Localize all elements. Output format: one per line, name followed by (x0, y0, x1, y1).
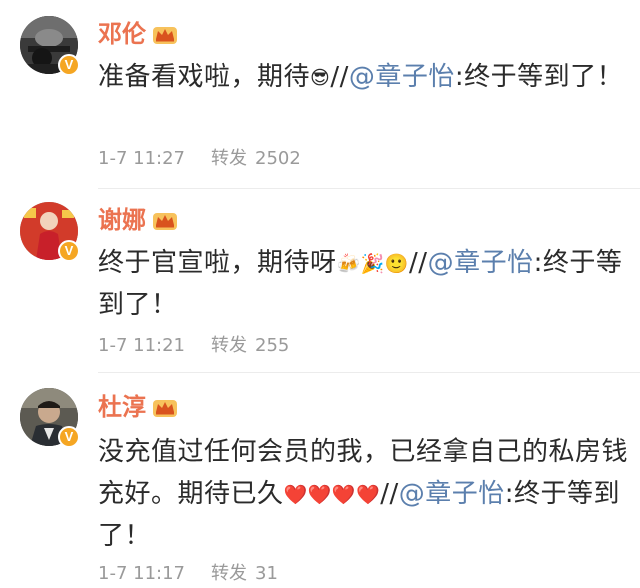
avatar-wrapper[interactable]: V (20, 202, 80, 262)
quoted-text: :终于等到了！ (454, 62, 624, 92)
username[interactable]: 邓伦 (98, 17, 146, 51)
timestamp: 1-7 11:17 (98, 563, 185, 584)
comment-item: V 杜淳 没充值过任何会员的我，已经拿自己的私房钱充好。期待已久❤️❤️❤️❤️… (0, 373, 640, 588)
comment-text: 终于官宣啦，期待呀🍻🎉🙂//@章子怡:终于等到了！ (98, 242, 628, 326)
comment-meta: 1-7 11:27 转发 2502 (98, 146, 301, 172)
repost-separator: // (409, 248, 428, 278)
heart-emoji-icon: ❤️ (307, 484, 332, 506)
sunglasses-emoji-icon: 😎 (310, 67, 331, 89)
crown-icon (152, 23, 178, 45)
repost-count: 31 (255, 563, 278, 584)
username-row: 邓伦 (98, 17, 178, 51)
verified-v-badge: V (58, 426, 80, 448)
comment-body: 准备看戏啦，期待 (98, 62, 311, 92)
comment-item: V 邓伦 准备看戏啦，期待😎//@章子怡:终于等到了！ 1-7 11:27 转发… (0, 0, 640, 188)
heart-emoji-icon: ❤️ (331, 484, 357, 506)
heart-emoji-icon: ❤️ (356, 484, 381, 506)
comment-text: 没充值过任何会员的我，已经拿自己的私房钱充好。期待已久❤️❤️❤️❤️//@章子… (98, 431, 628, 557)
repost-label[interactable]: 转发 (211, 333, 247, 359)
mention-link[interactable]: @章子怡 (428, 248, 534, 278)
username-row: 杜淳 (98, 390, 178, 424)
verified-v-badge: V (58, 54, 80, 76)
timestamp: 1-7 11:21 (98, 335, 185, 356)
cheers-emoji-icon: 🍻 (336, 253, 361, 275)
comment-body: 终于官宣啦，期待呀 (98, 248, 337, 278)
party-popper-emoji-icon: 🎉 (360, 253, 385, 275)
heart-emoji-icon: ❤️ (283, 484, 308, 506)
repost-count: 255 (255, 335, 290, 356)
mention-link[interactable]: @章子怡 (399, 479, 505, 509)
comment-meta: 1-7 11:17 转发 31 (98, 561, 278, 587)
username[interactable]: 谢娜 (98, 203, 146, 237)
comment-text: 准备看戏啦，期待😎//@章子怡:终于等到了！ (98, 56, 628, 98)
repost-separator: // (330, 62, 349, 92)
comment-feed: V 邓伦 准备看戏啦，期待😎//@章子怡:终于等到了！ 1-7 11:27 转发… (0, 0, 640, 588)
crown-icon (152, 209, 178, 231)
avatar-wrapper[interactable]: V (20, 388, 80, 448)
smile-emoji-icon: 🙂 (384, 253, 410, 275)
repost-label[interactable]: 转发 (211, 561, 247, 587)
repost-separator: // (380, 479, 399, 509)
avatar-wrapper[interactable]: V (20, 16, 80, 76)
username[interactable]: 杜淳 (98, 390, 146, 424)
comment-item: V 谢娜 终于官宣啦，期待呀🍻🎉🙂//@章子怡:终于等到了！ 1-7 11:21… (0, 189, 640, 372)
repost-count: 2502 (255, 148, 301, 169)
verified-v-badge: V (58, 240, 80, 262)
repost-label[interactable]: 转发 (211, 146, 247, 172)
username-row: 谢娜 (98, 203, 178, 237)
timestamp: 1-7 11:27 (98, 148, 185, 169)
mention-link[interactable]: @章子怡 (349, 62, 455, 92)
crown-icon (152, 396, 178, 418)
comment-meta: 1-7 11:21 转发 255 (98, 333, 289, 359)
